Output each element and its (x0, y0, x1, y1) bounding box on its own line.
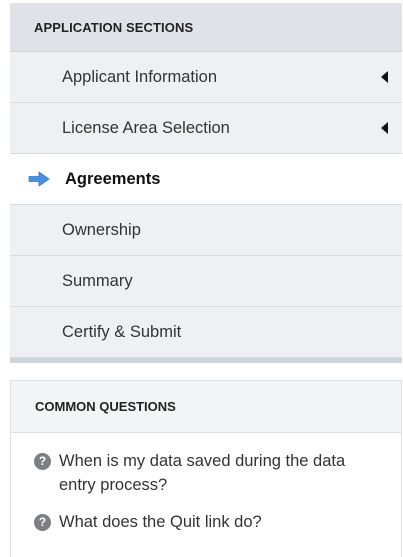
nav-item-label: Certify & Submit (62, 322, 182, 341)
current-arrow-icon (28, 171, 50, 187)
application-sections-header: APPLICATION SECTIONS (10, 3, 402, 52)
nav-item-ownership[interactable]: Ownership (10, 205, 402, 256)
help-icon: ? (34, 453, 51, 470)
nav-item-label: Agreements (65, 169, 161, 188)
question-link-data-saved[interactable]: ? When is my data saved during the data … (11, 449, 401, 497)
nav-item-agreements[interactable]: Agreements (10, 154, 402, 205)
question-link-quit[interactable]: ? What does the Quit link do? (11, 510, 401, 534)
sections-footer-bar (10, 358, 402, 363)
caret-left-icon[interactable] (381, 71, 388, 83)
question-text[interactable]: What does the Quit link do? (59, 510, 262, 534)
common-questions-header: COMMON QUESTIONS (11, 381, 401, 433)
nav-item-certify-submit[interactable]: Certify & Submit (10, 307, 402, 358)
page: APPLICATION SECTIONS Applicant Informati… (0, 0, 403, 557)
nav-item-label: Summary (62, 271, 133, 290)
nav-item-summary[interactable]: Summary (10, 256, 402, 307)
question-text[interactable]: When is my data saved during the data en… (59, 449, 381, 497)
nav-item-label: Applicant Information (62, 67, 218, 86)
nav-item-label: License Area Selection (62, 118, 230, 137)
nav-item-applicant-information[interactable]: Applicant Information (10, 52, 402, 103)
caret-left-icon[interactable] (381, 122, 388, 134)
help-icon: ? (34, 514, 51, 531)
nav-item-license-area-selection[interactable]: License Area Selection (10, 103, 402, 154)
application-sections-panel: APPLICATION SECTIONS Applicant Informati… (10, 3, 402, 363)
common-questions-panel: COMMON QUESTIONS ? When is my data saved… (10, 380, 402, 557)
nav-item-label: Ownership (62, 220, 141, 239)
